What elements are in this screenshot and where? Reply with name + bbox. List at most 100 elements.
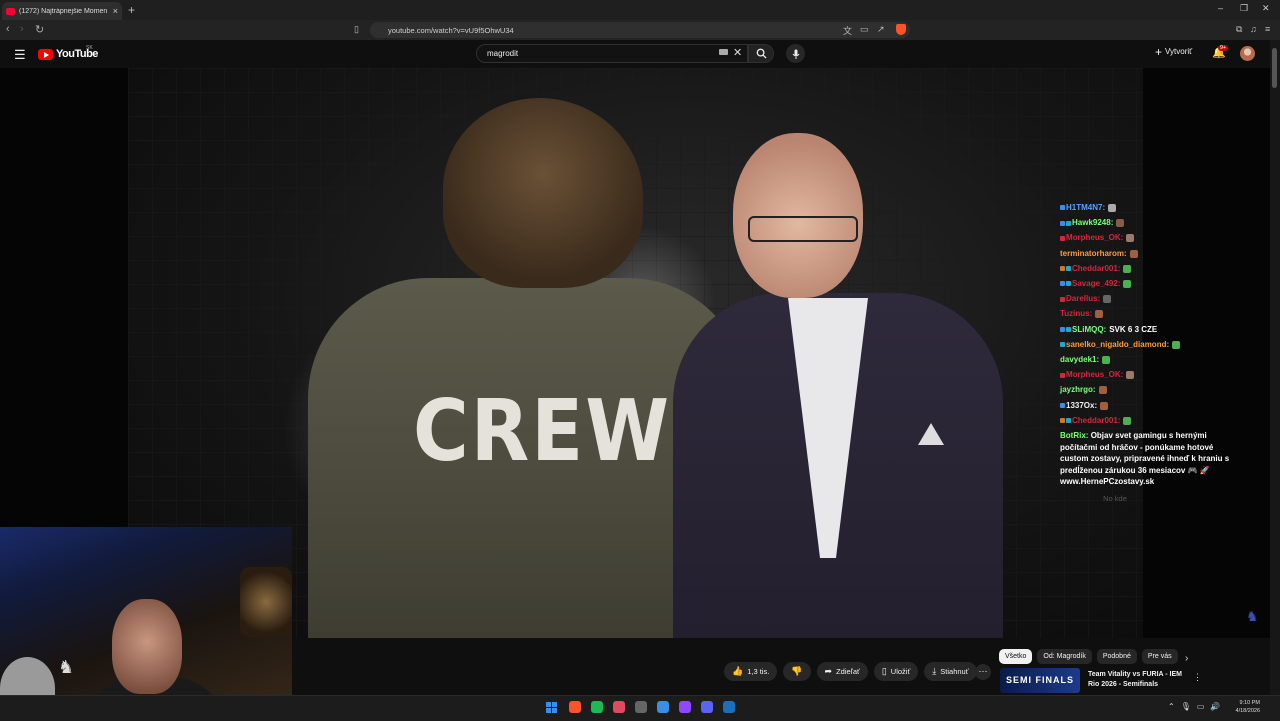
chat-username[interactable]: Cheddar001:: [1072, 416, 1120, 425]
chat-username[interactable]: davydek1:: [1060, 355, 1099, 364]
translate-icon[interactable]: 文: [843, 24, 852, 37]
scrollbar-thumb[interactable]: [1272, 48, 1277, 88]
channel-watermark-icon[interactable]: ♞: [1246, 608, 1259, 625]
chat-username[interactable]: Tuzinus:: [1060, 309, 1092, 318]
filter-chips: Všetko Od: Magrodík Podobné Pre vás: [999, 649, 1178, 664]
keyboard-icon[interactable]: [719, 49, 728, 55]
share-page-icon[interactable]: ↗: [877, 24, 885, 35]
chat-emote-icon: [1123, 279, 1132, 288]
account-avatar[interactable]: [1240, 46, 1255, 61]
new-tab-button[interactable]: +: [128, 3, 135, 17]
chip-for-you[interactable]: Pre vás: [1141, 649, 1178, 664]
save-button[interactable]: ▯ Uložiť: [873, 662, 919, 681]
country-code: SK: [86, 45, 93, 51]
search-button[interactable]: [748, 44, 774, 63]
youtube-play-icon: [38, 48, 53, 60]
search-icon: [756, 48, 767, 59]
minimize-button[interactable]: –: [1218, 3, 1223, 13]
download-button[interactable]: ⤓ Stiahnuť: [924, 662, 977, 681]
browser-tab[interactable]: (1272) Najtrápnejšie Moment ×: [2, 2, 122, 20]
taskbar-app-brave-icon[interactable]: [569, 701, 581, 713]
chip-related[interactable]: Podobné: [1096, 649, 1137, 664]
chevron-right-icon[interactable]: ›: [1185, 653, 1188, 664]
more-actions-button[interactable]: ⋯: [975, 664, 991, 680]
chip-from-channel[interactable]: Od: Magrodík: [1037, 649, 1092, 664]
search-input[interactable]: magrodit: [476, 44, 748, 63]
channel-logo-icon: ♞: [58, 657, 75, 677]
chat-badge-icon: [1060, 327, 1065, 333]
chat-username[interactable]: Savage_492:: [1072, 279, 1120, 288]
bot-message: BotRix: Objav svet gamingu s hernými poč…: [1060, 430, 1235, 488]
thumbs-up-icon: 👍: [732, 666, 744, 676]
chat-emote-icon: [1129, 249, 1138, 258]
taskbar-app-browser-icon[interactable]: [657, 701, 669, 713]
taskbar-clock[interactable]: 9:10 PM 4/18/2026: [1225, 699, 1260, 715]
chat-emote-icon: [1123, 416, 1132, 425]
chat-username[interactable]: Hawk9248:: [1072, 218, 1113, 227]
reload-icon[interactable]: ↻: [35, 23, 44, 36]
close-tab-icon[interactable]: ×: [113, 6, 118, 16]
media-icon[interactable]: ♫: [1250, 24, 1257, 34]
chat-username[interactable]: 1337Ox:: [1066, 401, 1097, 410]
chat-username[interactable]: Cheddar001:: [1072, 264, 1120, 273]
chat-badge-icon: [1060, 296, 1065, 302]
page-scrollbar[interactable]: [1270, 40, 1280, 695]
bookmark-icon[interactable]: ▯: [354, 24, 359, 35]
chat-username[interactable]: Darellus:: [1066, 294, 1100, 303]
taskbar-app-terminal-icon[interactable]: [635, 701, 647, 713]
microphone-tray-icon[interactable]: 🎙: [1181, 702, 1191, 711]
glasses: [748, 216, 858, 242]
taskbar-app-twitch-icon[interactable]: [679, 701, 691, 713]
cast-icon[interactable]: ▭: [860, 24, 869, 35]
chat-username[interactable]: terminatorharom:: [1060, 249, 1127, 258]
chat-username[interactable]: Morpheus_OK:: [1066, 370, 1123, 379]
windows-start-icon[interactable]: [546, 702, 557, 713]
network-icon[interactable]: ▭: [1197, 702, 1205, 711]
taskbar-app-discord-icon[interactable]: [701, 701, 713, 713]
clock-time: 9:10 PM: [1239, 700, 1260, 706]
chat-username[interactable]: jayzhrgo:: [1060, 385, 1096, 394]
thumbs-down-icon: 👎: [791, 666, 803, 676]
chat-username[interactable]: SLiMQQ:: [1072, 325, 1106, 334]
chat-emote-icon: [1126, 371, 1135, 380]
hamburger-menu-icon[interactable]: ☰: [14, 47, 26, 63]
download-label: Stiahnuť: [940, 667, 969, 676]
recommendation-title[interactable]: Team Vitality vs FURIA - IEM Rio 2026 - …: [1088, 670, 1193, 690]
maximize-button[interactable]: ❐: [1240, 3, 1248, 14]
clear-search-icon[interactable]: ✕: [733, 46, 742, 59]
chat-username[interactable]: H1TM4N7:: [1066, 203, 1105, 212]
share-button[interactable]: ➦ Zdieľať: [816, 662, 868, 681]
like-button[interactable]: 👍 1,3 tis.: [724, 662, 778, 681]
dislike-button[interactable]: 👎: [783, 662, 811, 681]
chat-emote-icon: [1102, 355, 1111, 364]
chat-badge-icon: [1066, 266, 1071, 272]
address-bar[interactable]: youtube.com/watch?v=vU9f5OhwU34: [370, 22, 910, 38]
brave-shield-icon[interactable]: [896, 24, 906, 35]
taskbar-app-maps-icon[interactable]: [613, 701, 625, 713]
extensions-icon[interactable]: ⧉: [1236, 24, 1242, 35]
search-value: magrodit: [487, 49, 519, 58]
chat-username[interactable]: Morpheus_OK:: [1066, 233, 1123, 242]
taskbar-app-spotify-like-icon[interactable]: [591, 701, 603, 713]
browser-menu-icon[interactable]: ≡: [1265, 24, 1270, 34]
chat-message: Tuzinus:: [1060, 306, 1235, 321]
chip-all[interactable]: Všetko: [999, 649, 1033, 664]
webcam-overlay: ♞: [0, 527, 292, 720]
chat-text: SVK 6 3 CZE: [1109, 324, 1158, 334]
voice-search-button[interactable]: [786, 44, 805, 63]
tab-title: (1272) Najtrápnejšie Moment: [19, 7, 107, 15]
create-button[interactable]: + Vytvoriť: [1155, 46, 1192, 58]
close-window-button[interactable]: ✕: [1262, 3, 1270, 14]
bot-username[interactable]: BotRix:: [1060, 431, 1088, 440]
chevron-up-icon[interactable]: ⌃: [1168, 702, 1175, 711]
back-icon[interactable]: ‹: [6, 23, 10, 35]
taskbar-app-steam-icon[interactable]: [723, 701, 735, 713]
volume-icon[interactable]: 🔊: [1210, 702, 1220, 711]
chat-username[interactable]: sanelko_nigaldo_diamond:: [1066, 340, 1169, 349]
recommendation-thumbnail[interactable]: SEMI FINALS: [1000, 668, 1080, 693]
chat-badge-icon: [1066, 220, 1071, 226]
background-lamp: [240, 567, 292, 637]
recommendation-menu-icon[interactable]: ⋮: [1193, 672, 1202, 683]
forward-icon[interactable]: ›: [20, 23, 24, 35]
jacket-text: CREW: [413, 380, 672, 481]
